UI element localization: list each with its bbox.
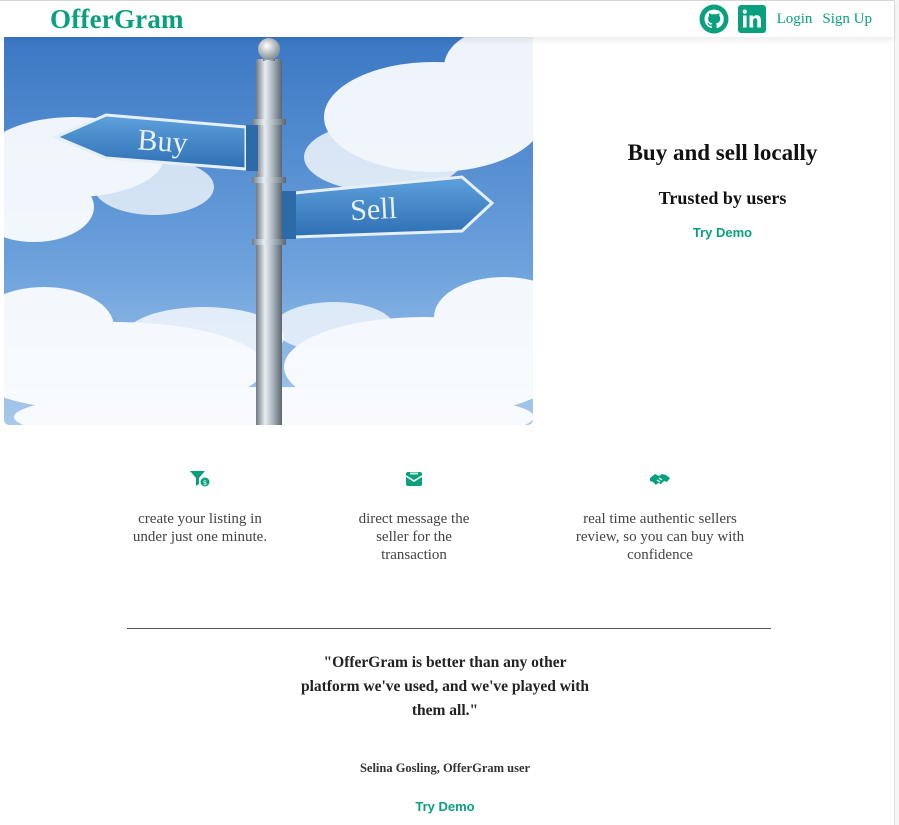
linkedin-icon[interactable] (737, 4, 767, 34)
svg-text:$: $ (203, 479, 207, 487)
filter-dollar-icon: $ (190, 471, 211, 488)
login-link[interactable]: Login (777, 11, 813, 28)
hero-image: Buy Sell (4, 37, 533, 425)
feature-reviews: real time authentic sellers review, so y… (563, 470, 757, 564)
landing-page: OfferGram Login Sign Up Buy Sell Buy and… (0, 0, 899, 825)
section-divider (127, 628, 771, 629)
buy-sign-text: Buy (137, 123, 189, 159)
navbar: OfferGram Login Sign Up (0, 0, 894, 37)
try-demo-button[interactable]: Try Demo (693, 225, 752, 240)
testimonial-quote: "OfferGram is better than any other plat… (300, 654, 590, 719)
feature-messaging-text: direct message the seller for the transa… (358, 511, 470, 563)
sell-sign-text: Sell (349, 192, 397, 227)
brand-logo[interactable]: OfferGram (50, 4, 184, 35)
feature-reviews-text: real time authentic sellers review, so y… (575, 511, 745, 563)
mail-bulk-icon (405, 472, 423, 486)
signup-link[interactable]: Sign Up (822, 11, 872, 28)
handshake-icon (650, 474, 670, 485)
hero-title: Buy and sell locally (627, 140, 818, 165)
hero-text: Buy and sell locally Trusted by users Tr… (555, 140, 890, 242)
scrollbar[interactable] (894, 0, 899, 825)
try-demo-button-bottom[interactable]: Try Demo (415, 799, 474, 814)
nav-links: Login Sign Up (699, 4, 872, 34)
testimonial-author: Selina Gosling, OfferGram user (359, 761, 531, 775)
feature-messaging: direct message the seller for the transa… (344, 470, 484, 564)
testimonial-cta: Try Demo (300, 798, 590, 816)
github-icon[interactable] (699, 4, 729, 34)
feature-listing-text: create your listing in under just one mi… (132, 511, 268, 545)
feature-listing: $ create your listing in under just one … (130, 470, 270, 546)
hero-subtitle: Trusted by users (658, 188, 787, 208)
